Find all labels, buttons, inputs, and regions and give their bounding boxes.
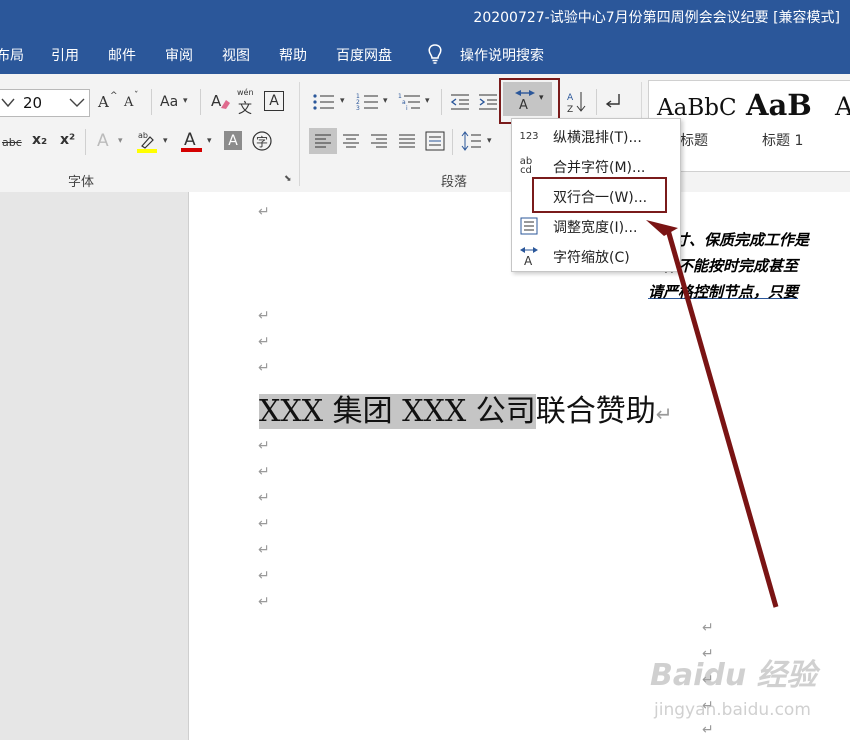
arrow-shaft (665, 229, 779, 608)
annotation-arrow (646, 220, 779, 608)
arrow-head (646, 220, 678, 236)
watermark-brand: Baidu 经验 (650, 658, 817, 693)
watermark-url: jingyan.baidu.com (654, 700, 811, 720)
